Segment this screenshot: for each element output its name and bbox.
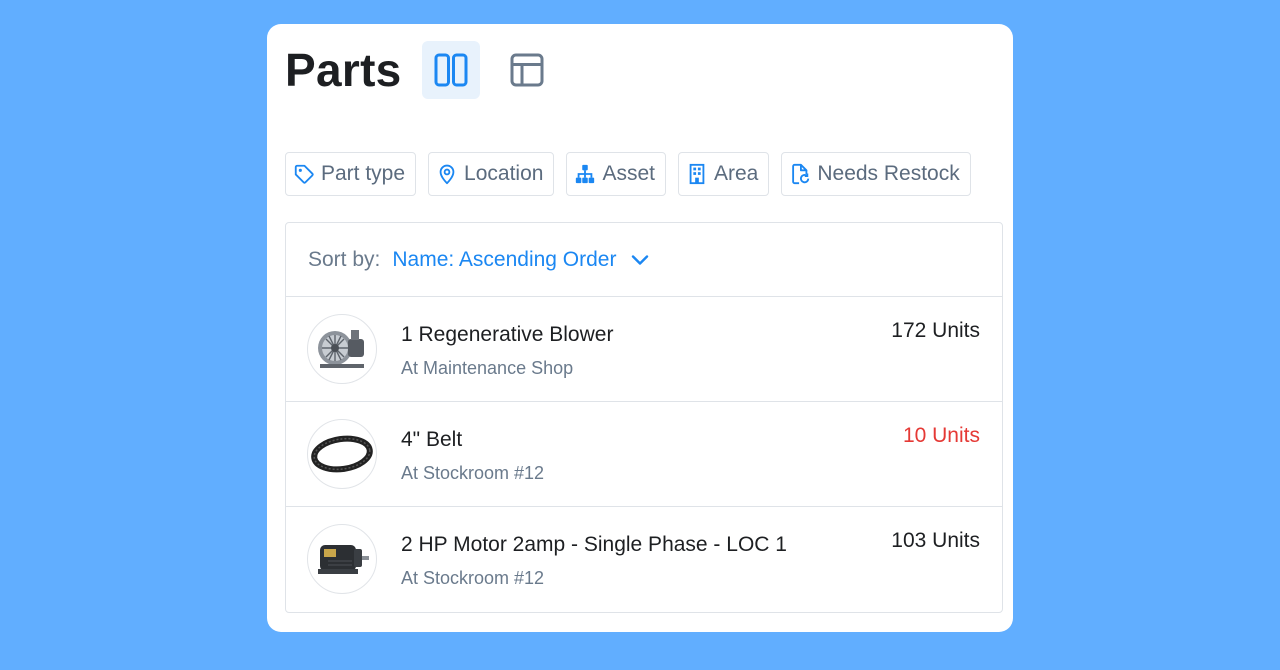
part-name: 1 Regenerative Blower (401, 323, 614, 346)
location-pin-icon (439, 164, 455, 185)
motor-image (307, 524, 377, 594)
filter-label: Asset (602, 162, 655, 185)
restock-document-icon (792, 163, 810, 185)
parts-list-panel: Sort by: Name: Ascending Order 1 Regener… (285, 222, 1003, 613)
filter-bar: Part type Location Asset Area Needs Rest… (285, 152, 971, 196)
blower-image (307, 314, 377, 384)
split-view-icon (434, 53, 468, 87)
page-header: Parts (285, 41, 574, 99)
part-location: At Maintenance Shop (401, 358, 574, 378)
split-view-button[interactable] (421, 41, 480, 99)
part-quantity-low-stock: 10 Units (902, 424, 980, 447)
tag-icon (294, 164, 314, 184)
belt-image (307, 419, 377, 489)
filter-needs-restock[interactable]: Needs Restock (781, 152, 971, 196)
chevron-down-icon (632, 254, 649, 265)
sort-dropdown[interactable]: Name: Ascending Order (392, 248, 650, 272)
hierarchy-icon (576, 164, 595, 184)
filter-label: Area (713, 162, 759, 185)
filter-location[interactable]: Location (428, 152, 555, 196)
part-location: At Stockroom #12 (401, 463, 545, 483)
part-row[interactable]: 1 Regenerative Blower At Maintenance Sho… (286, 297, 1002, 402)
filter-area[interactable]: Area (677, 152, 770, 196)
sort-label: Sort by: (308, 247, 381, 271)
filter-asset[interactable]: Asset (566, 152, 666, 196)
filter-label: Location (464, 162, 544, 185)
part-name: 4" Belt (401, 428, 463, 451)
table-view-button[interactable] (498, 41, 556, 99)
table-view-icon (510, 53, 544, 87)
part-row[interactable]: 4" Belt At Stockroom #12 10 Units (286, 402, 1002, 507)
part-quantity: 103 Units (891, 529, 980, 552)
part-row[interactable]: 2 HP Motor 2amp - Single Phase - LOC 1 A… (286, 507, 1002, 612)
building-icon (689, 163, 705, 185)
page-title: Parts (285, 44, 402, 96)
part-name: 2 HP Motor 2amp - Single Phase - LOC 1 (401, 533, 787, 556)
parts-card: Parts Part type Location Asset Area Need… (267, 24, 1013, 632)
filter-label: Part type (321, 162, 406, 185)
sort-bar: Sort by: Name: Ascending Order (286, 223, 1002, 297)
filter-part-type[interactable]: Part type (285, 152, 417, 196)
sort-value: Name: Ascending Order (392, 247, 617, 271)
part-location: At Stockroom #12 (401, 568, 545, 588)
part-quantity: 172 Units (891, 319, 980, 342)
filter-label: Needs Restock (817, 162, 960, 185)
